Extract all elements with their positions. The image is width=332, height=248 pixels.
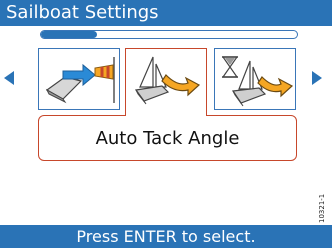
sailboat-settings-screen: Sailboat Settings Auto Tack Angle 10321-…	[0, 0, 332, 248]
timer-tack-icon	[221, 56, 294, 107]
side-code-label: 10321-1	[318, 193, 326, 223]
menu-option-selected[interactable]	[125, 48, 207, 116]
auto-tack-icon	[134, 56, 201, 105]
page-title: Sailboat Settings	[0, 0, 332, 26]
scroll-right-arrow-icon[interactable]	[312, 71, 322, 85]
scroll-progress-fill	[41, 31, 98, 38]
menu-option-left[interactable]	[38, 48, 120, 110]
status-hint: Press ENTER to select.	[0, 225, 332, 248]
menu-option-right[interactable]	[214, 48, 296, 110]
selected-option-label: Auto Tack Angle	[38, 115, 297, 161]
scroll-progress-bar	[40, 30, 298, 39]
boat-wind-vane-icon	[45, 57, 115, 104]
scroll-left-arrow-icon[interactable]	[4, 71, 14, 85]
